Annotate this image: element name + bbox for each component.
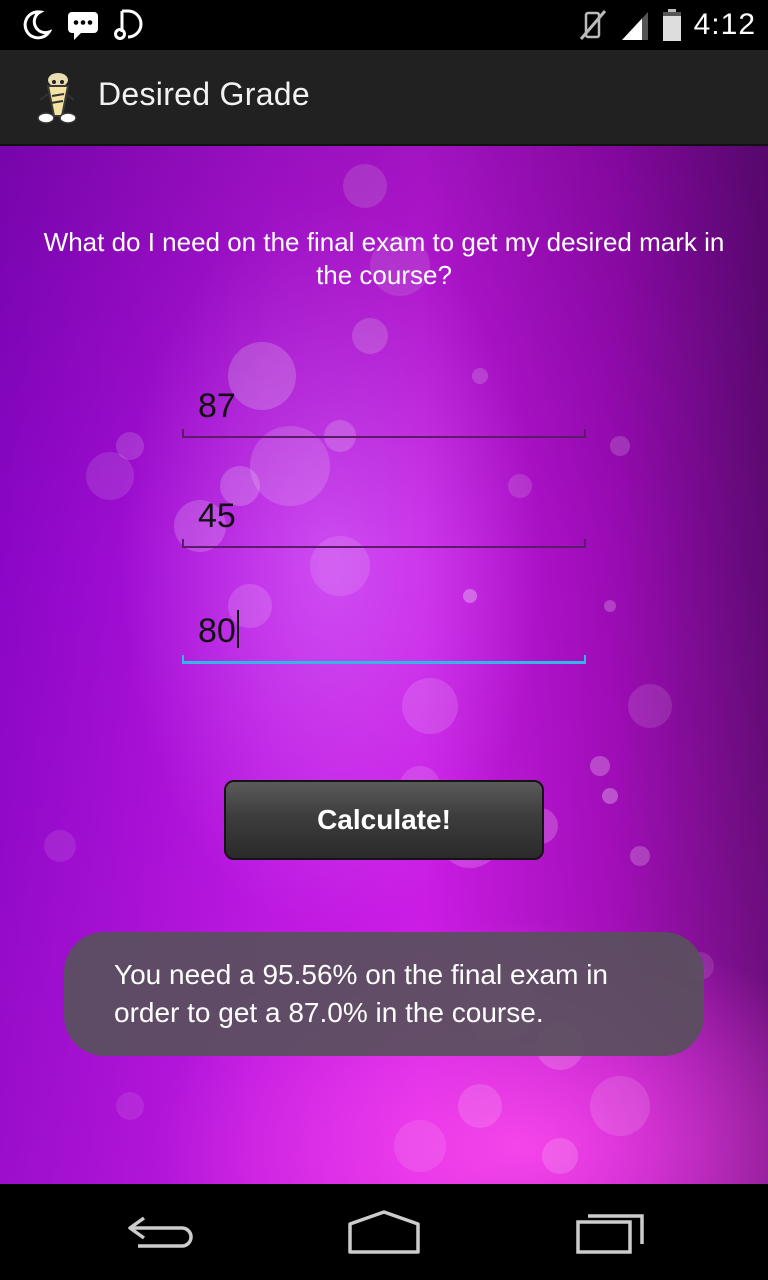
question-text: What do I need on the final exam to get …: [43, 227, 725, 290]
calculate-button[interactable]: Calculate!: [224, 780, 544, 860]
current-mark-input[interactable]: 45: [182, 488, 586, 548]
app-title: Desired Grade: [98, 76, 310, 112]
battery-icon: [662, 9, 681, 41]
final-exam-weight-input[interactable]: 80: [182, 604, 586, 664]
vibrate-off-icon: [579, 10, 606, 40]
desired-mark-input[interactable]: 87: [182, 378, 586, 438]
result-toast: You need a 95.56% on the final exam in o…: [64, 932, 704, 1056]
home-icon[interactable]: [346, 1208, 422, 1256]
pencil-character-icon[interactable]: [34, 70, 80, 126]
moon-icon: [23, 10, 52, 40]
music-note-icon: [114, 9, 143, 40]
status-time: 4:12: [693, 8, 756, 41]
status-icons-left: [18, 6, 148, 44]
final-exam-weight-value: 80: [198, 610, 239, 651]
chat-icon: [68, 12, 98, 40]
current-mark-value: 45: [198, 497, 236, 535]
status-icons-right: 4:12: [578, 6, 756, 44]
final-exam-weight-text: 80: [198, 612, 236, 650]
signal-icon: [621, 12, 648, 40]
desired-mark-value: 87: [198, 387, 236, 425]
main-content: What do I need on the final exam to get …: [0, 146, 768, 1184]
navigation-bar: [0, 1184, 768, 1280]
action-bar: Desired Grade: [0, 50, 768, 146]
recent-apps-icon[interactable]: [574, 1208, 646, 1256]
back-icon[interactable]: [124, 1208, 196, 1256]
status-bar: 4:12: [0, 0, 768, 50]
text-cursor: [236, 610, 239, 648]
